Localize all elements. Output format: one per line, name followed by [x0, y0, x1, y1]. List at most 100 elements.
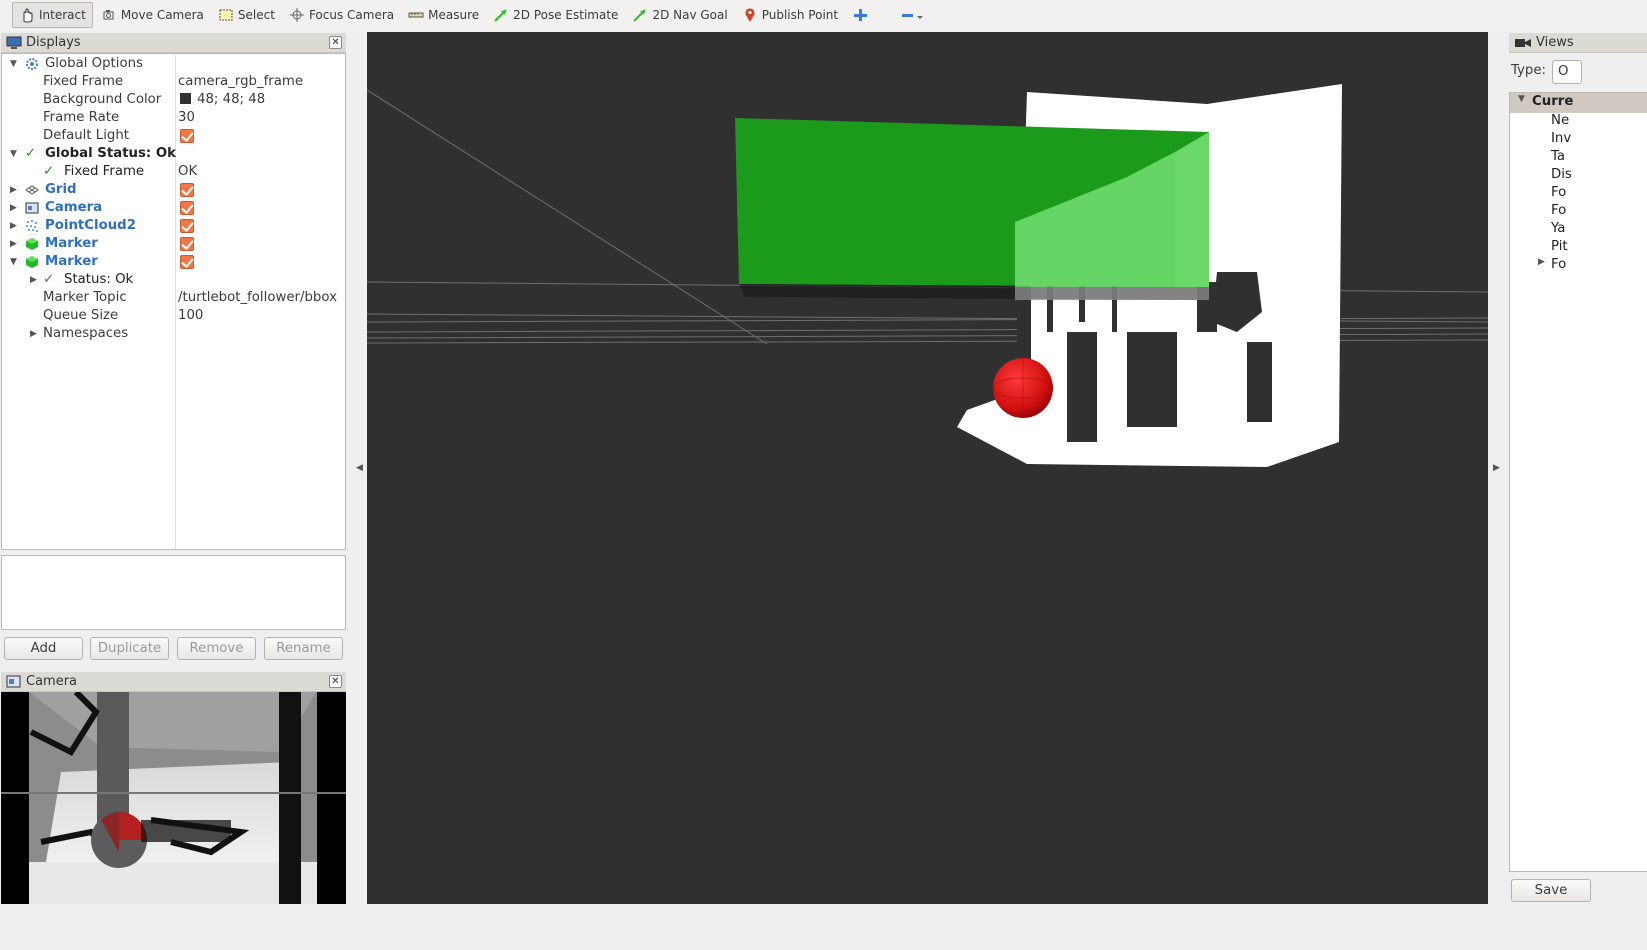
add-button[interactable]: Add — [4, 637, 83, 660]
collapse-arrow-icon[interactable]: ▶ — [30, 325, 40, 343]
measure-label: Measure — [428, 8, 480, 22]
duplicate-button[interactable]: Duplicate — [90, 637, 169, 660]
collapse-right-panel-icon[interactable]: ▶ — [1493, 463, 1500, 473]
global-status-row[interactable]: ▼ ✓ Global Status: Ok — [2, 145, 345, 163]
expand-arrow-icon[interactable]: ▼ — [10, 253, 20, 271]
green-arrow-icon — [633, 9, 647, 22]
view-property[interactable]: Fo — [1551, 184, 1566, 202]
nav-goal-label: 2D Nav Goal — [652, 8, 728, 22]
measure-tool[interactable]: Measure — [402, 2, 485, 28]
pointcloud2-label: PointCloud2 — [45, 218, 136, 233]
marker-topic-label: Marker Topic — [43, 290, 127, 305]
background-color-row[interactable]: Background Color 48; 48; 48 — [2, 91, 345, 109]
grid-label: Grid — [45, 182, 77, 197]
displays-panel-header: Displays ✕ — [1, 33, 346, 53]
namespaces-row[interactable]: ▶ Namespaces — [2, 325, 345, 343]
rename-button[interactable]: Rename — [264, 637, 343, 660]
camera-display-icon — [25, 202, 39, 214]
fixed-frame-status-value: OK — [178, 164, 198, 179]
marker-topic-value[interactable]: /turtlebot_follower/bbox — [178, 289, 337, 307]
collapse-arrow-icon[interactable]: ▶ — [10, 181, 20, 199]
collapse-arrow-icon[interactable]: ▶ — [10, 217, 20, 235]
nav-goal-tool[interactable]: 2D Nav Goal — [626, 2, 733, 28]
move-camera-label: Move Camera — [120, 8, 204, 22]
select-tool[interactable]: Select — [212, 2, 281, 28]
expand-arrow-icon[interactable]: ▼ — [1518, 94, 1525, 104]
grid-icon — [25, 185, 39, 195]
3d-viewport[interactable] — [367, 32, 1488, 904]
default-light-checkbox[interactable] — [180, 129, 194, 143]
background-color-value[interactable]: 48; 48; 48 — [180, 91, 265, 109]
queue-size-row[interactable]: Queue Size 100 — [2, 307, 345, 325]
interact-tool[interactable]: Interact — [12, 2, 93, 28]
frame-rate-value[interactable]: 30 — [178, 109, 195, 127]
marker-checkbox[interactable] — [180, 255, 194, 269]
global-options-label: Global Options — [45, 56, 143, 71]
view-property[interactable]: Ta — [1551, 148, 1565, 166]
pose-estimate-tool[interactable]: 2D Pose Estimate — [487, 2, 624, 28]
fixed-frame-label: Fixed Frame — [43, 74, 124, 89]
toolbar: Interact Move Camera Select Focus Camera… — [0, 0, 1647, 30]
collapse-left-panel-icon[interactable]: ◀ — [356, 463, 363, 473]
marker-row-1[interactable]: ▶ Marker — [2, 235, 345, 253]
view-property[interactable]: Pit — [1551, 238, 1568, 256]
focus-camera-label: Focus Camera — [308, 8, 395, 22]
view-property[interactable]: Ya — [1551, 220, 1565, 238]
marker-row-2[interactable]: ▼ Marker — [2, 253, 345, 271]
marker-status-row[interactable]: ▶ ✓ Status: Ok — [2, 271, 345, 289]
default-light-row[interactable]: Default Light — [2, 127, 345, 145]
view-property[interactable]: Ne — [1551, 112, 1569, 130]
pointcloud-icon — [26, 220, 38, 232]
add-tool-button[interactable] — [846, 2, 878, 28]
global-options-row[interactable]: ▼ Global Options — [2, 55, 345, 73]
marker-topic-row[interactable]: Marker Topic /turtlebot_follower/bbox — [2, 289, 345, 307]
namespaces-label: Namespaces — [43, 326, 129, 341]
queue-size-value[interactable]: 100 — [178, 307, 203, 325]
hand-icon — [23, 8, 33, 23]
camera-row[interactable]: ▶ Camera — [2, 199, 345, 217]
fixed-frame-row[interactable]: Fixed Frame camera_rgb_frame — [2, 73, 345, 91]
camera-checkbox[interactable] — [180, 201, 194, 215]
view-property[interactable]: Dis — [1551, 166, 1572, 184]
map-pin-icon — [745, 8, 755, 22]
views-type-select[interactable]: O — [1552, 60, 1582, 84]
camera-panel-header: Camera ✕ — [1, 672, 346, 692]
current-view-row[interactable] — [1510, 93, 1647, 113]
grid-checkbox[interactable] — [180, 183, 194, 197]
collapse-arrow-icon[interactable]: ▶ — [10, 235, 20, 253]
move-camera-icon — [103, 10, 114, 20]
grid-row[interactable]: ▶ Grid — [2, 181, 345, 199]
camera-depth-image — [1, 692, 346, 904]
video-camera-icon — [1515, 38, 1531, 47]
save-view-button[interactable]: Save — [1511, 879, 1591, 902]
views-tree: ▼ Curre Ne Inv Ta Dis Fo Fo Ya Pit ▶ Fo — [1509, 92, 1647, 872]
select-label: Select — [237, 8, 275, 22]
publish-point-tool[interactable]: Publish Point — [736, 2, 844, 28]
camera-image-view[interactable] — [1, 692, 346, 904]
expand-arrow-icon[interactable]: ▼ — [10, 145, 20, 163]
queue-size-label: Queue Size — [43, 308, 119, 323]
pointcloud2-checkbox[interactable] — [180, 219, 194, 233]
remove-button[interactable]: Remove — [177, 637, 256, 660]
pointcloud2-row[interactable]: ▶ PointCloud2 — [2, 217, 345, 235]
property-description-box — [1, 555, 346, 630]
view-property[interactable]: Fo — [1551, 256, 1566, 274]
minus-dropdown-icon — [902, 14, 924, 19]
close-camera-button[interactable]: ✕ — [329, 675, 342, 688]
remove-tool-button[interactable] — [894, 2, 936, 28]
focus-camera-tool[interactable]: Focus Camera — [283, 2, 400, 28]
expand-arrow-icon[interactable]: ▼ — [10, 55, 20, 73]
marker-checkbox[interactable] — [180, 237, 194, 251]
displays-tree: ▼ Global Options Fixed Frame camera_rgb_… — [1, 53, 346, 550]
fixed-frame-value[interactable]: camera_rgb_frame — [178, 73, 303, 91]
close-displays-button[interactable]: ✕ — [329, 36, 342, 49]
collapse-arrow-icon[interactable]: ▶ — [30, 271, 40, 289]
fixed-frame-status-row[interactable]: ✓ Fixed Frame OK — [2, 163, 345, 181]
collapse-arrow-icon[interactable]: ▶ — [10, 199, 20, 217]
views-type-label: Type: — [1511, 63, 1547, 78]
move-camera-tool[interactable]: Move Camera — [95, 2, 210, 28]
view-property[interactable]: Fo — [1551, 202, 1566, 220]
view-property[interactable]: Inv — [1551, 130, 1571, 148]
collapse-arrow-icon[interactable]: ▶ — [1538, 257, 1545, 267]
frame-rate-row[interactable]: Frame Rate 30 — [2, 109, 345, 127]
